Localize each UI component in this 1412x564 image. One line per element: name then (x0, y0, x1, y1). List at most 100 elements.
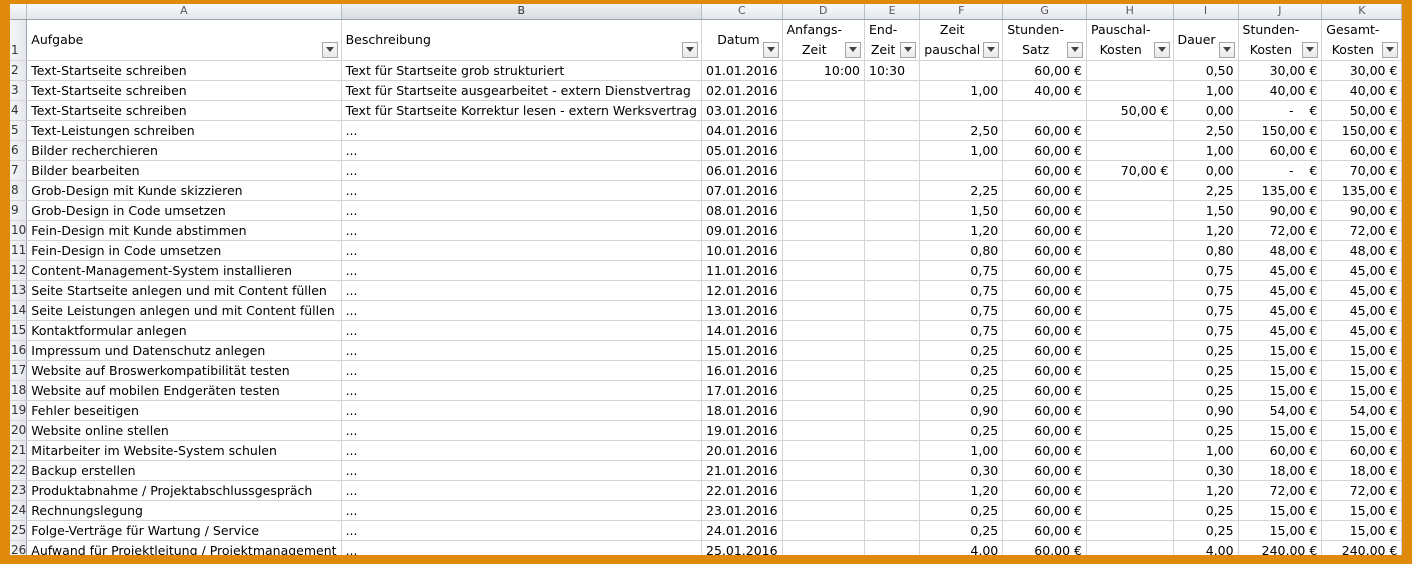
cell-g[interactable]: 60,00 € (1002, 420, 1087, 441)
cell-b[interactable]: ... (341, 360, 703, 381)
cell-d[interactable] (782, 360, 866, 381)
cell-b[interactable]: ... (341, 300, 703, 321)
cell-f[interactable]: 1,00 (919, 80, 1004, 101)
cell-b[interactable]: ... (341, 200, 703, 221)
cell-e[interactable] (864, 160, 921, 181)
cell-a[interactable]: Seite Leistungen anlegen und mit Content… (26, 300, 342, 321)
cell-c[interactable]: 25.01.2016 (701, 540, 783, 555)
filter-dropdown-button[interactable] (900, 41, 917, 58)
cell-c[interactable]: 11.01.2016 (701, 260, 783, 281)
cell-c[interactable]: 22.01.2016 (701, 480, 783, 501)
cell-b[interactable]: ... (341, 260, 703, 281)
header-cell-i[interactable]: Dauer (1173, 19, 1239, 61)
cell-i[interactable]: 1,20 (1173, 220, 1239, 241)
cell-h[interactable] (1086, 420, 1174, 441)
row-number[interactable]: 1 (10, 19, 28, 61)
cell-d[interactable] (782, 380, 866, 401)
cell-j[interactable]: 45,00 € (1238, 260, 1323, 281)
filter-dropdown-button[interactable] (321, 41, 338, 58)
cell-k[interactable]: 15,00 € (1321, 520, 1402, 541)
cell-c[interactable]: 20.01.2016 (701, 440, 783, 461)
column-header-f[interactable]: F (919, 4, 1004, 20)
row-number[interactable]: 21 (10, 440, 28, 461)
cell-c[interactable]: 03.01.2016 (701, 100, 783, 121)
cell-f[interactable]: 0,25 (919, 340, 1004, 361)
cell-e[interactable] (864, 260, 921, 281)
cell-d[interactable] (782, 500, 866, 521)
cell-h[interactable] (1086, 120, 1174, 141)
cell-f[interactable]: 2,25 (919, 180, 1004, 201)
cell-k[interactable]: 48,00 € (1321, 240, 1402, 261)
cell-k[interactable]: 60,00 € (1321, 140, 1402, 161)
cell-g[interactable]: 60,00 € (1002, 200, 1087, 221)
row-number[interactable]: 8 (10, 180, 28, 201)
cell-b[interactable]: ... (341, 400, 703, 421)
row-number[interactable]: 17 (10, 360, 28, 381)
cell-h[interactable] (1086, 260, 1174, 281)
cell-g[interactable]: 60,00 € (1002, 220, 1087, 241)
cell-c[interactable]: 09.01.2016 (701, 220, 783, 241)
cell-f[interactable]: 1,00 (919, 440, 1004, 461)
cell-f[interactable]: 0,30 (919, 460, 1004, 481)
cell-f[interactable]: 0,25 (919, 420, 1004, 441)
cell-i[interactable]: 0,75 (1173, 260, 1239, 281)
cell-g[interactable]: 60,00 € (1002, 240, 1087, 261)
cell-c[interactable]: 18.01.2016 (701, 400, 783, 421)
cell-b[interactable]: ... (341, 380, 703, 401)
cell-i[interactable]: 0,00 (1173, 160, 1239, 181)
cell-a[interactable]: Grob-Design in Code umsetzen (26, 200, 342, 221)
cell-g[interactable]: 60,00 € (1002, 520, 1087, 541)
cell-i[interactable]: 0,75 (1173, 300, 1239, 321)
cell-b[interactable]: ... (341, 480, 703, 501)
cell-d[interactable]: 10:00 (782, 60, 866, 81)
cell-a[interactable]: Kontaktformular anlegen (26, 320, 342, 341)
cell-c[interactable]: 04.01.2016 (701, 120, 783, 141)
cell-g[interactable]: 60,00 € (1002, 60, 1087, 81)
cell-c[interactable]: 05.01.2016 (701, 140, 783, 161)
cell-k[interactable]: 45,00 € (1321, 260, 1402, 281)
cell-a[interactable]: Backup erstellen (26, 460, 342, 481)
row-number[interactable]: 23 (10, 480, 28, 501)
select-all-corner[interactable] (10, 4, 28, 20)
cell-b[interactable]: Text für Startseite grob strukturiert (341, 60, 703, 81)
cell-j[interactable]: 150,00 € (1238, 120, 1323, 141)
cell-h[interactable]: 50,00 € (1086, 100, 1174, 121)
column-header-c[interactable]: C (701, 4, 783, 20)
cell-e[interactable] (864, 540, 921, 555)
cell-k[interactable]: 90,00 € (1321, 200, 1402, 221)
cell-c[interactable]: 02.01.2016 (701, 80, 783, 101)
cell-f[interactable] (919, 100, 1004, 121)
row-number[interactable]: 22 (10, 460, 28, 481)
cell-c[interactable]: 17.01.2016 (701, 380, 783, 401)
cell-g[interactable]: 60,00 € (1002, 140, 1087, 161)
row-number[interactable]: 18 (10, 380, 28, 401)
cell-d[interactable] (782, 300, 866, 321)
cell-j[interactable]: - € (1238, 160, 1323, 181)
cell-e[interactable] (864, 180, 921, 201)
cell-h[interactable] (1086, 500, 1174, 521)
cell-c[interactable]: 23.01.2016 (701, 500, 783, 521)
cell-i[interactable]: 2,50 (1173, 120, 1239, 141)
cell-k[interactable]: 30,00 € (1321, 60, 1402, 81)
cell-d[interactable] (782, 540, 866, 555)
row-number[interactable]: 3 (10, 80, 28, 101)
cell-h[interactable] (1086, 80, 1174, 101)
cell-j[interactable]: 15,00 € (1238, 360, 1323, 381)
cell-k[interactable]: 72,00 € (1321, 220, 1402, 241)
cell-i[interactable]: 0,75 (1173, 320, 1239, 341)
cell-f[interactable]: 0,75 (919, 300, 1004, 321)
cell-a[interactable]: Fein-Design mit Kunde abstimmen (26, 220, 342, 241)
cell-j[interactable]: - € (1238, 100, 1323, 121)
cell-f[interactable]: 0,25 (919, 360, 1004, 381)
cell-a[interactable]: Grob-Design mit Kunde skizzieren (26, 180, 342, 201)
row-number[interactable]: 15 (10, 320, 28, 341)
cell-a[interactable]: Website online stellen (26, 420, 342, 441)
row-number[interactable]: 20 (10, 420, 28, 441)
cell-a[interactable]: Produktabnahme / Projektabschlussgespräc… (26, 480, 342, 501)
row-number[interactable]: 9 (10, 200, 28, 221)
cell-h[interactable] (1086, 380, 1174, 401)
cell-g[interactable]: 60,00 € (1002, 280, 1087, 301)
column-header-h[interactable]: H (1086, 4, 1174, 20)
cell-h[interactable] (1086, 220, 1174, 241)
cell-g[interactable]: 60,00 € (1002, 300, 1087, 321)
